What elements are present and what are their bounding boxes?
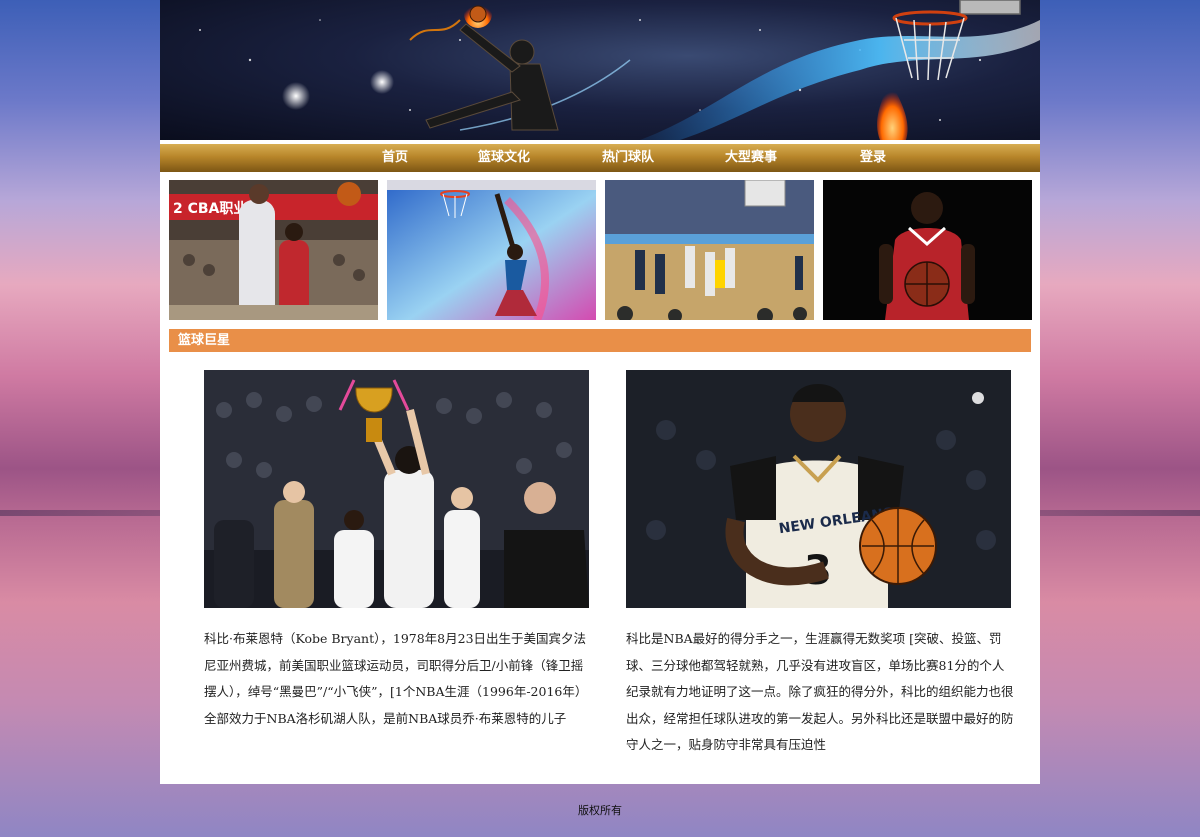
article-text-kobe-bio: 科比·布莱恩特（Kobe Bryant），1978年8月23日出生于美国宾夕法尼… — [204, 631, 588, 726]
player-portrait-photo — [823, 180, 1032, 320]
nav-item-login[interactable]: 登录 — [860, 144, 886, 172]
dunk-art-photo — [387, 180, 596, 320]
main-nav: 首页 篮球文化 热门球队 大型赛事 登录 — [160, 144, 1040, 172]
header-banner — [160, 0, 1040, 140]
footer-copyright: 版权所有 — [578, 804, 622, 817]
thumb-arena-game[interactable] — [605, 180, 814, 320]
thumb-dunk-art[interactable] — [387, 180, 596, 320]
nav-item-events[interactable]: 大型赛事 — [725, 144, 777, 172]
banner-art — [199, 0, 1040, 140]
thumb-player-portrait[interactable] — [823, 180, 1032, 320]
new-orleans-player-photo: NEW ORLEANS 3 — [626, 370, 1011, 608]
cba-game-photo: 2 CBA职业篮 — [169, 180, 378, 320]
nav-item-teams[interactable]: 热门球队 — [602, 144, 654, 172]
article-photo-trophy — [204, 370, 589, 608]
article-photo-player: NEW ORLEANS 3 — [626, 370, 1011, 608]
section-header: 篮球巨星 — [169, 329, 1031, 352]
trophy-celebration-photo — [204, 370, 589, 608]
article-text-kobe-career: 科比是NBA最好的得分手之一，生涯赢得无数奖项 [突破、投篮、罚球、三分球他都驾… — [626, 631, 1014, 752]
thumb-cba-game[interactable]: 2 CBA职业篮 — [169, 180, 378, 320]
nav-item-culture[interactable]: 篮球文化 — [478, 144, 530, 172]
section-title: 篮球巨星 — [178, 333, 231, 348]
page-container: 首页 篮球文化 热门球队 大型赛事 登录 2 CBA职业篮 篮球巨星 NEW O… — [160, 0, 1040, 784]
arena-game-photo — [605, 180, 814, 320]
nav-item-home[interactable]: 首页 — [382, 144, 408, 172]
